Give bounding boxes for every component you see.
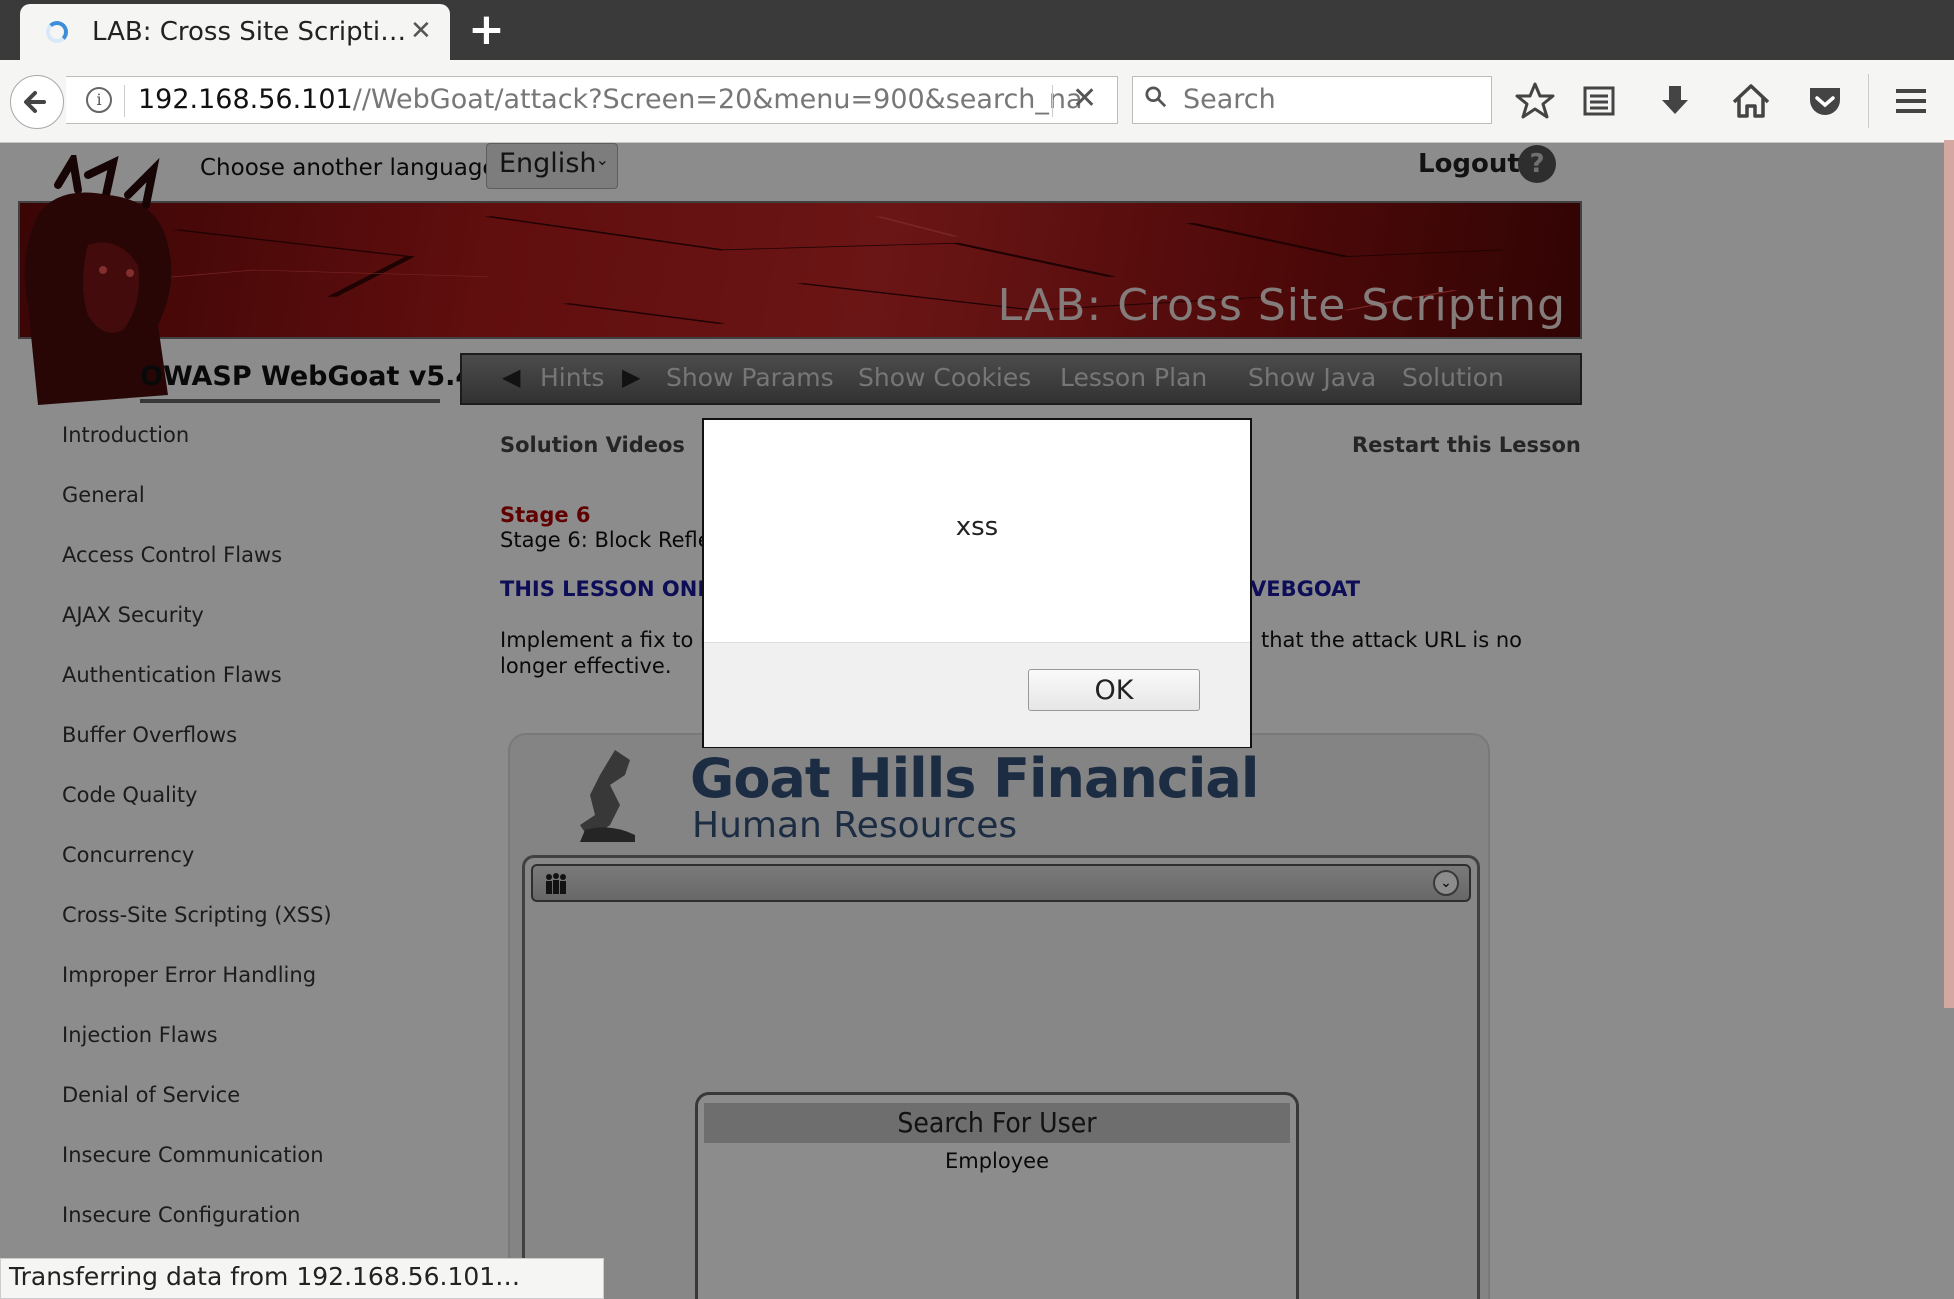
- home-icon[interactable]: [1728, 78, 1774, 124]
- stop-loading-icon[interactable]: ✕: [1072, 81, 1097, 116]
- reading-list-icon[interactable]: [1576, 78, 1622, 124]
- tab-strip: LAB: Cross Site Scripti… ✕ +: [0, 0, 1954, 60]
- bookmark-star-icon[interactable]: [1512, 78, 1558, 124]
- search-box[interactable]: [1132, 76, 1492, 124]
- url-divider: [124, 85, 125, 117]
- search-input[interactable]: [1181, 83, 1485, 116]
- pocket-icon[interactable]: [1802, 78, 1848, 124]
- search-icon: [1145, 86, 1167, 108]
- alert-footer: OK: [704, 642, 1250, 747]
- browser-tab[interactable]: LAB: Cross Site Scripti… ✕: [20, 4, 450, 60]
- ok-button[interactable]: OK: [1028, 669, 1200, 711]
- tab-title: LAB: Cross Site Scripti…: [92, 17, 407, 47]
- url-path: //WebGoat/attack?Screen=20&menu=900&sear…: [352, 84, 1083, 115]
- new-tab-button[interactable]: +: [468, 4, 505, 56]
- back-arrow-icon: [24, 91, 46, 113]
- alert-message: xss: [955, 512, 999, 542]
- loading-spinner-icon: [46, 21, 68, 43]
- url-divider: [1052, 85, 1053, 117]
- toolbar-divider: [1868, 74, 1869, 128]
- scrollbar-thumb[interactable]: [1944, 140, 1954, 1008]
- back-button[interactable]: [10, 75, 64, 129]
- navigation-toolbar: i 192.168.56.101//WebGoat/attack?Screen=…: [0, 60, 1954, 143]
- site-info-icon[interactable]: i: [86, 87, 112, 113]
- url-text[interactable]: 192.168.56.101//WebGoat/attack?Screen=20…: [138, 84, 1083, 115]
- tab-close-icon[interactable]: ✕: [410, 16, 432, 46]
- download-icon[interactable]: [1652, 78, 1698, 124]
- url-host: 192.168.56.101: [138, 84, 353, 115]
- alert-dialog: xss OK: [702, 418, 1252, 748]
- address-bar[interactable]: i 192.168.56.101//WebGoat/attack?Screen=…: [66, 76, 1118, 124]
- hamburger-menu-icon[interactable]: [1888, 78, 1934, 124]
- status-bar: Transferring data from 192.168.56.101…: [0, 1258, 604, 1299]
